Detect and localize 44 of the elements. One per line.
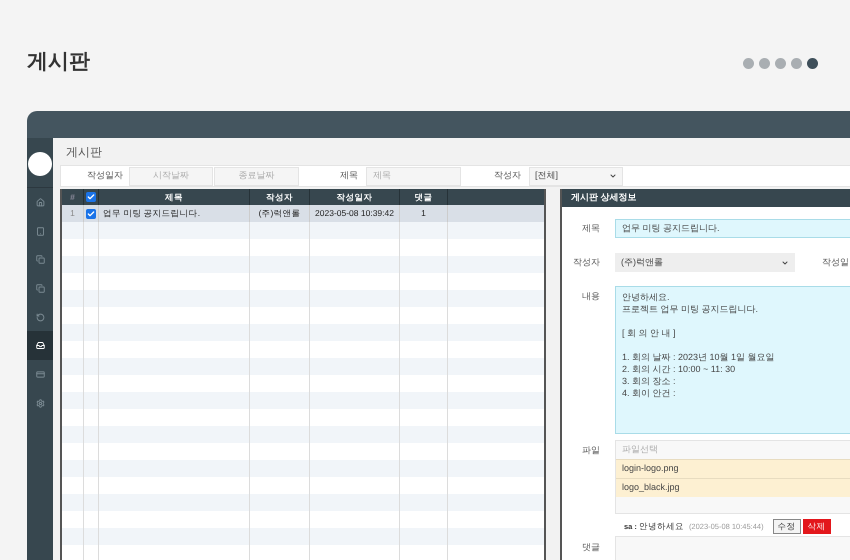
field-label: 댓글 <box>581 541 600 554</box>
avatar <box>28 152 52 176</box>
home-icon <box>36 198 44 207</box>
title-field[interactable]: 업무 미팅 공지드립니다. <box>615 219 850 238</box>
field-label: 작성자 <box>572 256 600 269</box>
filter-label: 작성일자 <box>86 169 124 182</box>
filter-label: 제목 <box>339 169 359 182</box>
inbox-icon <box>36 341 44 350</box>
file-item[interactable]: logo_black.jpg <box>616 478 850 497</box>
edit-button[interactable]: 수정 <box>772 519 801 534</box>
author-select[interactable]: (주)럭앤롤 <box>615 253 795 272</box>
delete-button[interactable]: 삭제 <box>802 519 831 534</box>
card-icon <box>36 370 44 379</box>
page-title: 게시판 <box>27 49 90 75</box>
comment-field[interactable] <box>615 536 850 560</box>
field-label: 파일 <box>581 444 600 457</box>
table-row[interactable]: 1 업무 미팅 공지드립니다. (주)럭앤롤 2023-05-08 10:39:42 1 <box>62 205 544 222</box>
content-line: 3. 회의 장소 : <box>622 375 677 387</box>
settings-icon <box>36 398 44 408</box>
board-title: 게시판 <box>65 144 103 160</box>
field-label: 제목 <box>581 222 600 235</box>
history-icon <box>36 312 44 322</box>
field-label: 작성일 <box>822 256 849 269</box>
content-line: 2. 회의 시간 : 10:00 ~ 11: 30 <box>622 363 736 375</box>
author-select[interactable]: [전체] <box>529 166 623 186</box>
content-line: 안녕하세요. <box>622 291 671 303</box>
tablet-icon <box>36 226 44 236</box>
file-item[interactable]: login-logo.png <box>616 459 850 478</box>
copy-icon <box>36 255 44 264</box>
content-line: 4. 회이 안건 : <box>622 387 677 399</box>
copy-icon <box>36 284 44 293</box>
panel-header: 게시판 상세정보 <box>562 189 850 207</box>
checkbox[interactable] <box>86 192 96 202</box>
chevron-icon <box>781 258 789 266</box>
chevron-icon <box>609 172 617 180</box>
filter-label: 작성자 <box>493 169 522 182</box>
content-textarea[interactable]: 안녕하세요. 프로젝트 업무 미팅 공지드립니다. [ 회 의 안 내 ] 1. 회의 날짜 : 2023년 10월 1일 월요일 2. 회의 시간 : 10:00 ~ 11: 30 3. 회의 장소 : 4. 회이 안건 : <box>615 286 850 434</box>
sidebar-item[interactable] <box>27 331 53 360</box>
content-line: [ 회 의 안 내 ] <box>622 327 677 339</box>
field-label: 내용 <box>581 290 600 303</box>
content-line: 프로젝트 업무 미팅 공지드립니다. <box>622 303 760 315</box>
content-line: 1. 회의 날짜 : 2023년 10월 1일 월요일 <box>622 351 776 363</box>
comment-text: 안녕하세요 <box>638 520 684 533</box>
checkbox[interactable] <box>86 208 96 218</box>
